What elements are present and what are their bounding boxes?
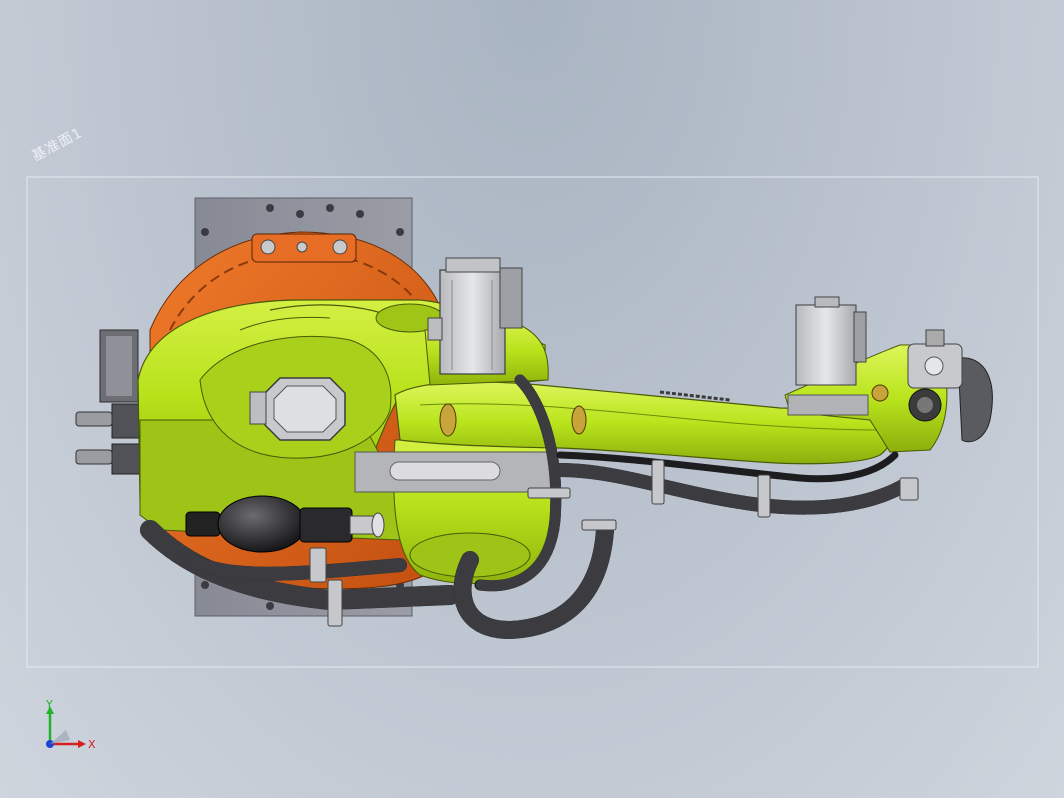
- model-canvas[interactable]: [0, 0, 1064, 798]
- coordinate-triad: X Y: [40, 698, 100, 756]
- y-axis-label: Y: [45, 700, 53, 711]
- left-connector-block[interactable]: [75, 329, 141, 475]
- wrist-motor[interactable]: [787, 296, 869, 416]
- cad-viewport[interactable]: 基准面1 X Y: [0, 0, 1064, 798]
- x-axis-label: X: [88, 738, 96, 751]
- flange-bolt-block[interactable]: [251, 233, 357, 263]
